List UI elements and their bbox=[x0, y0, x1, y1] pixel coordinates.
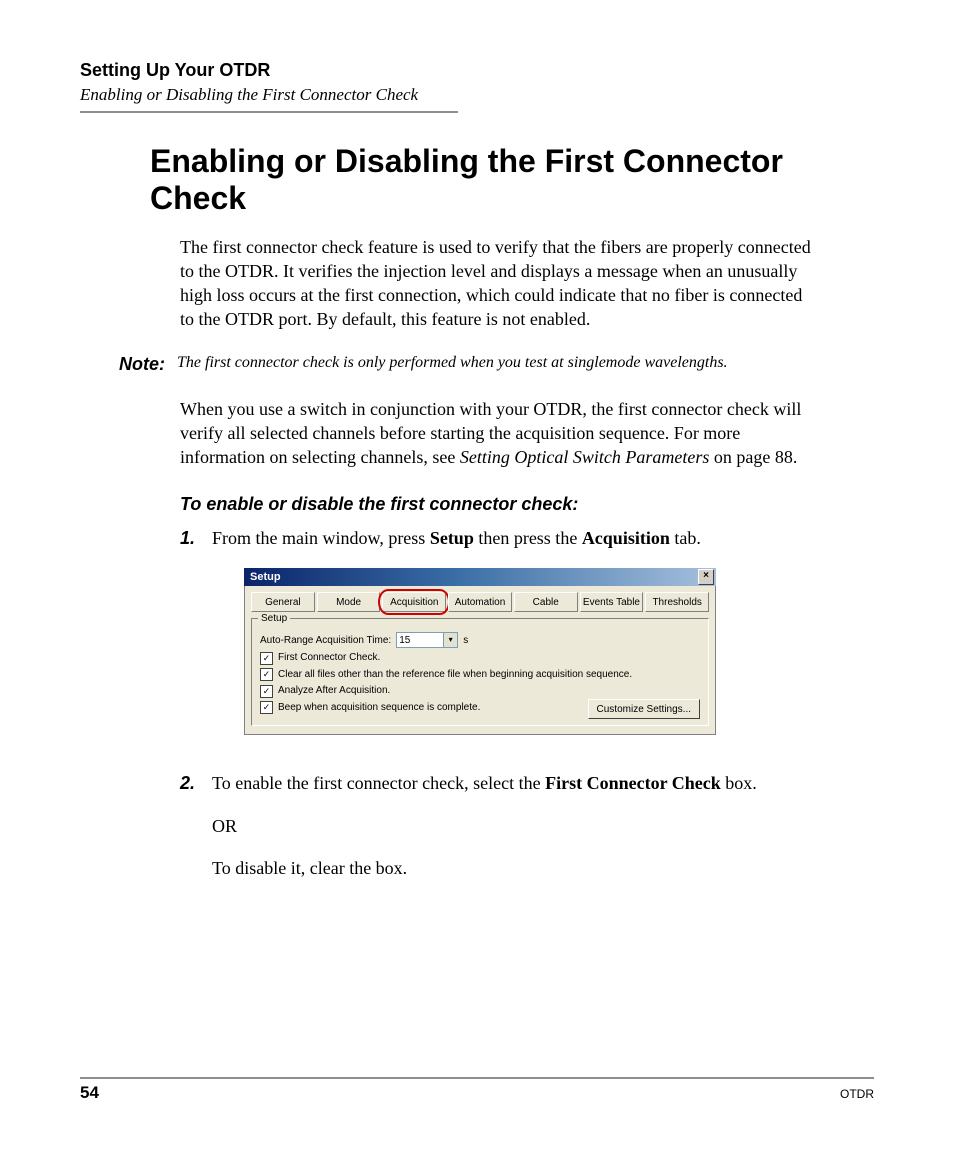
tab-row: General Mode Acquisition Automation Cabl… bbox=[251, 592, 709, 612]
switch-paragraph: When you use a switch in conjunction wit… bbox=[180, 397, 820, 470]
clear-files-checkbox[interactable]: ✓ bbox=[260, 668, 273, 681]
beep-label: Beep when acquisition sequence is comple… bbox=[278, 701, 480, 715]
step-2-text-a: To enable the first connector check, sel… bbox=[212, 771, 820, 795]
running-header-chapter: Setting Up Your OTDR bbox=[80, 60, 874, 81]
customize-settings-button[interactable]: Customize Settings... bbox=[588, 699, 700, 719]
step-1-text: From the main window, press Setup then p… bbox=[212, 526, 820, 550]
auto-range-unit: s bbox=[463, 634, 468, 648]
setup-dialog: Setup × General Mode Acquisition bbox=[244, 568, 716, 735]
auto-range-select[interactable]: 15 ▾ bbox=[396, 632, 458, 648]
switch-text-b: on page 88. bbox=[709, 447, 797, 467]
setup-keyword: Setup bbox=[430, 528, 474, 548]
group-label: Setup bbox=[258, 612, 290, 626]
tab-cable[interactable]: Cable bbox=[514, 592, 578, 612]
step-number: 1. bbox=[180, 526, 212, 755]
note-text: The first connector check is only perfor… bbox=[177, 354, 874, 375]
tab-acquisition[interactable]: Acquisition bbox=[382, 592, 446, 612]
tab-mode[interactable]: Mode bbox=[317, 592, 381, 612]
page-footer: 54 OTDR bbox=[80, 1077, 874, 1103]
beep-checkbox[interactable]: ✓ bbox=[260, 701, 273, 714]
page-title: Enabling or Disabling the First Connecto… bbox=[150, 143, 800, 217]
dialog-titlebar: Setup × bbox=[244, 568, 716, 586]
intro-paragraph: The first connector check feature is use… bbox=[180, 235, 820, 332]
procedure-heading: To enable or disable the first connector… bbox=[180, 492, 820, 516]
first-connector-label: First Connector Check. bbox=[278, 651, 380, 665]
tab-events-table[interactable]: Events Table bbox=[580, 592, 644, 612]
tab-automation[interactable]: Automation bbox=[448, 592, 512, 612]
step-2: 2. To enable the first connector check, … bbox=[180, 771, 820, 898]
auto-range-label: Auto-Range Acquisition Time: bbox=[260, 634, 391, 648]
chevron-down-icon: ▾ bbox=[443, 633, 457, 647]
step-2-or: OR bbox=[212, 814, 820, 838]
tab-general[interactable]: General bbox=[251, 592, 315, 612]
product-name: OTDR bbox=[840, 1087, 874, 1101]
tab-thresholds[interactable]: Thresholds bbox=[645, 592, 709, 612]
analyze-label: Analyze After Acquisition. bbox=[278, 684, 390, 698]
note-label: Note: bbox=[80, 354, 177, 375]
setup-group: Setup Auto-Range Acquisition Time: 15 ▾ … bbox=[251, 618, 709, 726]
first-connector-checkbox[interactable]: ✓ bbox=[260, 652, 273, 665]
analyze-checkbox[interactable]: ✓ bbox=[260, 685, 273, 698]
page-number: 54 bbox=[80, 1083, 99, 1103]
switch-cross-ref: Setting Optical Switch Parameters bbox=[460, 447, 709, 467]
close-icon[interactable]: × bbox=[698, 569, 714, 585]
step-1: 1. From the main window, press Setup the… bbox=[180, 526, 820, 755]
step-2-text-b: To disable it, clear the box. bbox=[212, 856, 820, 880]
step-number: 2. bbox=[180, 771, 212, 898]
dialog-title-text: Setup bbox=[250, 570, 281, 585]
acquisition-keyword: Acquisition bbox=[582, 528, 670, 548]
first-connector-check-keyword: First Connector Check bbox=[545, 773, 721, 793]
clear-files-label: Clear all files other than the reference… bbox=[278, 668, 632, 682]
running-header-section: Enabling or Disabling the First Connecto… bbox=[80, 85, 458, 113]
